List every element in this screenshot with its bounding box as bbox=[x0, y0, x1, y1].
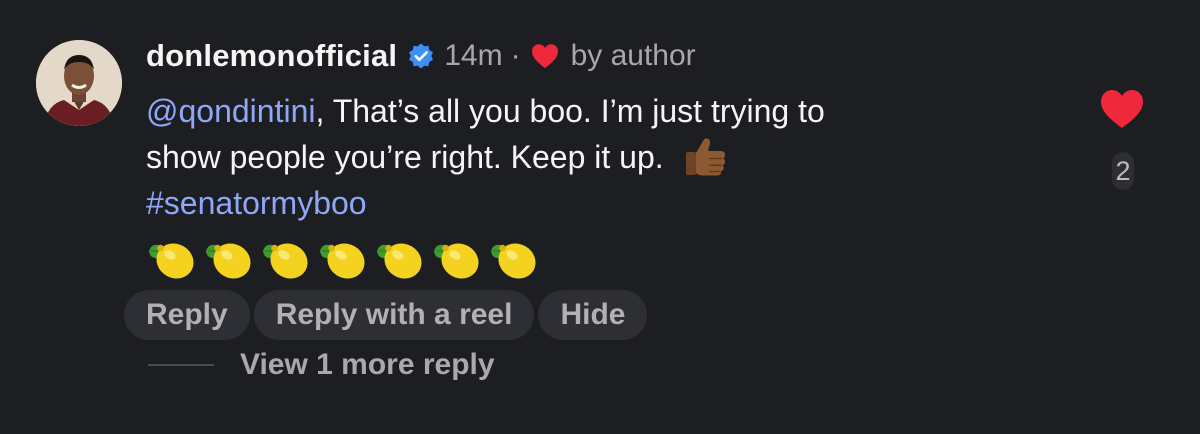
mention-link[interactable]: @qondintini bbox=[146, 93, 315, 129]
like-heart-icon[interactable] bbox=[1099, 88, 1145, 130]
lemon-icon bbox=[490, 236, 538, 282]
separator-dot: · bbox=[510, 39, 521, 72]
lemon-icon bbox=[376, 236, 424, 282]
lemon-icon bbox=[205, 236, 253, 282]
lemon-emoji-row bbox=[148, 236, 1076, 288]
thread-line bbox=[148, 364, 214, 366]
thumbs-up-icon bbox=[683, 136, 731, 176]
view-more-replies[interactable]: View 1 more reply bbox=[148, 348, 495, 382]
hashtag-link[interactable]: #senatormyboo bbox=[146, 180, 1076, 226]
username-link[interactable]: donlemonofficial bbox=[146, 38, 397, 74]
comment-actions: Reply Reply with a reel Hide bbox=[124, 290, 648, 340]
comment-line-1: @qondintini, That’s all you boo. I’m jus… bbox=[146, 88, 1076, 134]
like-count: 2 bbox=[1112, 152, 1134, 190]
author-heart-icon bbox=[531, 43, 559, 69]
lemon-icon bbox=[319, 236, 367, 282]
avatar[interactable] bbox=[36, 40, 122, 126]
lemon-icon bbox=[433, 236, 481, 282]
verified-badge-icon bbox=[407, 42, 435, 70]
lemon-icon bbox=[262, 236, 310, 282]
by-author-label: by author bbox=[570, 39, 696, 72]
lemon-icon bbox=[148, 236, 196, 282]
hide-button[interactable]: Hide bbox=[538, 290, 648, 340]
comment-text-2: show people you’re right. Keep it up. bbox=[146, 139, 664, 175]
comment-header: donlemonofficial 14m · by author bbox=[146, 32, 696, 80]
timestamp: 14m bbox=[444, 39, 503, 72]
reply-with-reel-button[interactable]: Reply with a reel bbox=[253, 290, 535, 340]
comment-text-1: , That’s all you boo. I’m just trying to bbox=[315, 93, 825, 129]
view-more-label[interactable]: View 1 more reply bbox=[240, 348, 495, 382]
comment-line-2: show people you’re right. Keep it up. bbox=[146, 134, 1076, 180]
comment-body: @qondintini, That’s all you boo. I’m jus… bbox=[146, 88, 1076, 288]
reply-button[interactable]: Reply bbox=[124, 290, 250, 340]
